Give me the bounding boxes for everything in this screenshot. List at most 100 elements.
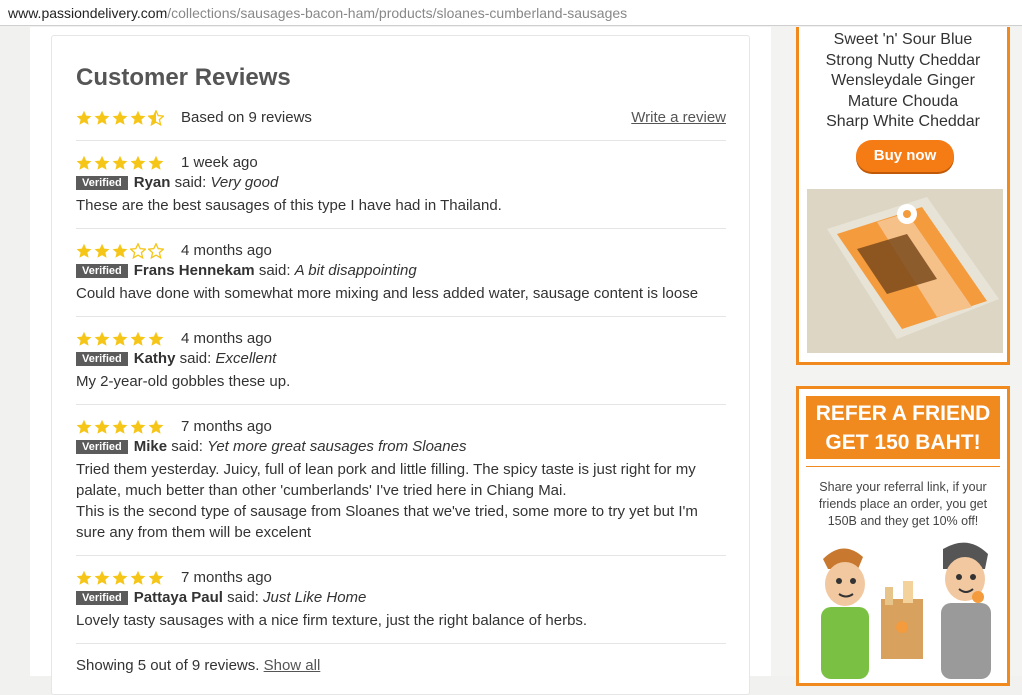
buy-now-button[interactable]: Buy now [856,140,954,172]
refer-friend-ad[interactable]: REFER A FRIEND GET 150 BAHT! Share your … [796,386,1010,686]
review-paragraph: This is the second type of sausage from … [76,503,698,541]
divider [76,228,726,229]
star-full-icon [148,570,164,585]
review-body: Lovely tasty sausages with a nice firm t… [76,610,726,631]
reviews-heading: Customer Reviews [76,64,291,91]
reviews-summary: Based on 9 reviews Write a review [76,108,726,130]
review-author: Ryan [133,174,171,191]
verified-badge: Verified [76,352,128,366]
average-rating-stars [76,110,164,126]
review-body: My 2-year-old gobbles these up. [76,371,726,392]
review-title: Just Like Home [263,589,367,606]
review-author: Mike [133,438,168,455]
cheese-ad[interactable]: Sweet 'n' Sour Blue Strong Nutty Cheddar… [796,27,1010,365]
cheese-item: Wensleydale Ginger [831,72,975,89]
star-full-icon [112,570,128,585]
review-count: Based on 9 reviews [181,109,312,126]
url-path: /collections/sausages-bacon-ham/products… [167,5,628,21]
star-full-icon [94,110,110,125]
review-rating-stars [76,243,164,259]
star-full-icon [76,570,92,585]
cheese-list: Sweet 'n' Sour Blue Strong Nutty Cheddar… [799,30,1007,133]
cheese-product-image[interactable] [807,189,1003,353]
said-label: said: [227,589,259,606]
review-paragraph: Lovely tasty sausages with a nice firm t… [76,612,588,629]
address-bar[interactable]: www.passiondelivery.com/collections/saus… [0,0,1022,26]
review-header: Verified Kathy said: Excellent [76,350,276,367]
star-empty-icon [130,243,146,259]
review-title: Yet more great sausages from Sloanes [207,438,467,455]
cheese-item: Mature Chouda [847,92,959,110]
divider [76,404,726,405]
star-full-icon [94,570,110,585]
review-paragraph: Could have done with somewhat more mixin… [76,285,699,302]
star-full-icon [130,331,146,346]
refer-title-line-2: GET 150 BAHT! [825,431,981,454]
review-body: These are the best sausages of this type… [76,195,726,216]
divider [76,140,726,141]
write-review-link[interactable]: Write a review [631,109,726,126]
review-rating-stars [76,155,164,171]
divider [76,643,726,644]
star-full-icon [94,155,110,170]
verified-badge: Verified [76,264,128,278]
star-full-icon [112,331,128,346]
review-header: Verified Mike said: Yet more great sausag… [76,438,466,455]
review-body: Tried them yesterday. Juicy, full of lea… [76,459,726,543]
review-rating-stars [76,331,164,347]
review-rating-stars [76,419,164,435]
showing-count: Showing 5 out of 9 reviews. [76,657,260,674]
review-author: Frans Hennekam [133,262,255,279]
star-full-icon [76,331,92,346]
star-empty-icon [148,243,164,259]
review-body: Could have done with somewhat more mixin… [76,283,726,304]
review-title: Very good [210,174,279,191]
review-author: Kathy [133,350,176,367]
review-header: Verified Pattaya Paul said: Just Like Hom… [76,589,366,606]
divider [76,316,726,317]
divider [76,555,726,556]
star-half-icon [148,110,164,126]
star-full-icon [130,419,146,434]
refer-title-line-1: REFER A FRIEND [815,402,991,425]
review-rating-stars [76,570,164,586]
star-full-icon [76,110,92,125]
refer-description: Share your referral link, if your friend… [818,480,988,528]
verified-badge: Verified [76,591,128,605]
star-full-icon [94,419,110,434]
review-paragraph: My 2-year-old gobbles these up. [76,373,291,390]
show-all-link[interactable]: Show all [264,657,321,674]
said-label: said: [179,350,212,367]
star-full-icon [112,243,128,258]
star-full-icon [130,110,146,125]
star-full-icon [94,243,110,258]
review-date: 1 week ago [181,154,258,171]
verified-badge: Verified [76,440,128,454]
review-title: A bit disappointing [294,262,417,279]
reviews-footer: Showing 5 out of 9 reviews. Show all [76,657,320,674]
refer-banner: REFER A FRIEND GET 150 BAHT! [806,396,1000,459]
star-full-icon [76,243,92,258]
cheese-item: Strong Nutty Cheddar [825,51,981,69]
review-date: 7 months ago [181,569,272,586]
star-full-icon [148,331,164,346]
said-label: said: [174,174,207,191]
star-full-icon [148,419,164,434]
cheese-item: Sharp White Cheddar [826,113,980,130]
star-full-icon [148,155,164,170]
cheese-item: Sweet 'n' Sour Blue [833,31,973,48]
star-full-icon [76,155,92,170]
reviews-card: Customer Reviews Based on 9 reviews Writ… [51,35,750,695]
said-label: said: [171,438,203,455]
verified-badge: Verified [76,176,128,190]
review-header: Verified Ryan said: Very good [76,174,278,191]
review-paragraph: Tried them yesterday. Juicy, full of lea… [76,461,696,499]
review-date: 7 months ago [181,418,272,435]
friends-illustration [803,539,1003,679]
url-host: www.passiondelivery.com [8,5,168,21]
star-full-icon [94,331,110,346]
star-full-icon [130,155,146,170]
star-full-icon [112,110,128,125]
review-date: 4 months ago [181,330,272,347]
star-full-icon [76,419,92,434]
